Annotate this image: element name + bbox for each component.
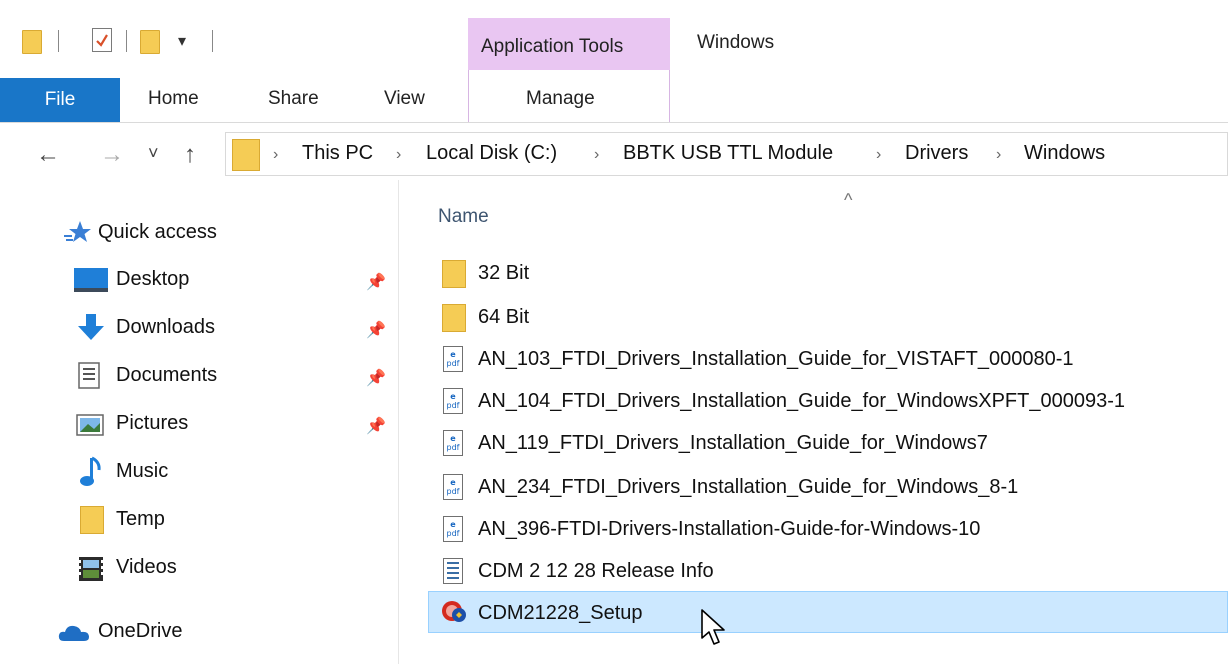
pdf-file-icon: e pdf bbox=[443, 388, 463, 414]
nav-pictures[interactable]: Pictures bbox=[116, 412, 188, 435]
pictures-icon bbox=[76, 414, 104, 441]
pin-icon: 📌 bbox=[366, 274, 386, 291]
breadcrumb-separator: › bbox=[594, 146, 600, 163]
folder-icon bbox=[442, 260, 466, 288]
folder-icon bbox=[232, 139, 260, 171]
file-name: AN_234_FTDI_Drivers_Installation_Guide_f… bbox=[478, 476, 1019, 498]
sort-ascending-icon: ^ bbox=[844, 190, 853, 210]
tab-share[interactable]: Share bbox=[268, 88, 319, 110]
quick-access-star-icon bbox=[64, 220, 92, 249]
list-item[interactable] bbox=[428, 296, 1228, 338]
divider bbox=[212, 30, 213, 52]
file-name: AN_103_FTDI_Drivers_Installation_Guide_f… bbox=[478, 348, 1074, 370]
forward-button[interactable]: → bbox=[100, 140, 124, 170]
folder-icon[interactable] bbox=[22, 30, 42, 54]
breadcrumb-local-disk[interactable]: Local Disk (C:) bbox=[426, 142, 557, 165]
navigation-pane bbox=[0, 180, 399, 664]
breadcrumb-separator: › bbox=[396, 146, 402, 163]
videos-icon bbox=[78, 556, 104, 587]
nav-onedrive[interactable]: OneDrive bbox=[98, 620, 182, 643]
tab-home[interactable]: Home bbox=[148, 88, 199, 110]
breadcrumb-separator: › bbox=[876, 146, 882, 163]
recent-locations-button[interactable]: ˅ bbox=[148, 138, 159, 168]
file-name: AN_104_FTDI_Drivers_Installation_Guide_f… bbox=[478, 390, 1125, 412]
breadcrumb-separator: › bbox=[996, 146, 1002, 163]
setup-app-icon bbox=[440, 599, 468, 630]
column-header-name[interactable]: Name bbox=[438, 206, 489, 228]
window-title: Windows bbox=[697, 32, 775, 53]
file-name: AN_119_FTDI_Drivers_Installation_Guide_f… bbox=[478, 432, 988, 454]
properties-icon[interactable] bbox=[92, 28, 112, 52]
tab-file[interactable]: File bbox=[0, 78, 120, 122]
pdf-file-icon: e pdf bbox=[443, 516, 463, 542]
breadcrumb-drivers[interactable]: Drivers bbox=[905, 142, 968, 165]
up-button[interactable]: ↑ bbox=[184, 140, 196, 170]
nav-quick-access[interactable]: Quick access bbox=[98, 221, 217, 244]
list-item[interactable] bbox=[428, 252, 1228, 294]
nav-desktop[interactable]: Desktop bbox=[116, 268, 189, 291]
breadcrumb-separator: › bbox=[273, 146, 279, 163]
breadcrumb-bbtk-usb-ttl-module[interactable]: BBTK USB TTL Module bbox=[623, 142, 833, 165]
folder-icon bbox=[442, 304, 466, 332]
tab-view[interactable]: View bbox=[384, 88, 425, 110]
file-name: CDM21228_Setup bbox=[478, 602, 643, 624]
pin-icon: 📌 bbox=[366, 322, 386, 339]
divider bbox=[58, 30, 59, 52]
desktop-icon bbox=[74, 268, 108, 297]
file-name: AN_396-FTDI-Drivers-Installation-Guide-f… bbox=[478, 518, 981, 540]
customize-quick-access-icon[interactable]: ▾ bbox=[178, 32, 186, 52]
back-button[interactable]: ← bbox=[36, 140, 60, 170]
pin-icon: 📌 bbox=[366, 370, 386, 387]
pdf-file-icon: e pdf bbox=[443, 474, 463, 500]
pin-icon: 📌 bbox=[366, 418, 386, 435]
folder-icon bbox=[80, 506, 104, 534]
breadcrumb-windows[interactable]: Windows bbox=[1024, 142, 1105, 165]
pdf-file-icon: e pdf bbox=[443, 346, 463, 372]
downloads-icon bbox=[76, 312, 106, 347]
new-folder-icon[interactable] bbox=[140, 30, 160, 54]
text-file-icon bbox=[443, 558, 463, 584]
file-name: 64 Bit bbox=[478, 306, 530, 328]
music-icon bbox=[80, 456, 102, 493]
nav-temp[interactable]: Temp bbox=[116, 508, 165, 531]
nav-videos[interactable]: Videos bbox=[116, 556, 177, 579]
pdf-file-icon: e pdf bbox=[443, 430, 463, 456]
breadcrumb-this-pc[interactable]: This PC bbox=[302, 142, 373, 165]
application-tools-label: Application Tools bbox=[481, 36, 624, 57]
file-name: CDM 2 12 28 Release Info bbox=[478, 560, 714, 582]
tab-manage-label: Manage bbox=[526, 88, 595, 109]
onedrive-icon bbox=[58, 624, 90, 647]
mouse-cursor-icon bbox=[700, 608, 728, 653]
documents-icon bbox=[78, 362, 102, 395]
nav-downloads[interactable]: Downloads bbox=[116, 316, 215, 339]
nav-music[interactable]: Music bbox=[116, 460, 168, 483]
nav-documents[interactable]: Documents bbox=[116, 364, 217, 387]
file-name: 32 Bit bbox=[478, 262, 530, 284]
divider bbox=[126, 30, 127, 52]
